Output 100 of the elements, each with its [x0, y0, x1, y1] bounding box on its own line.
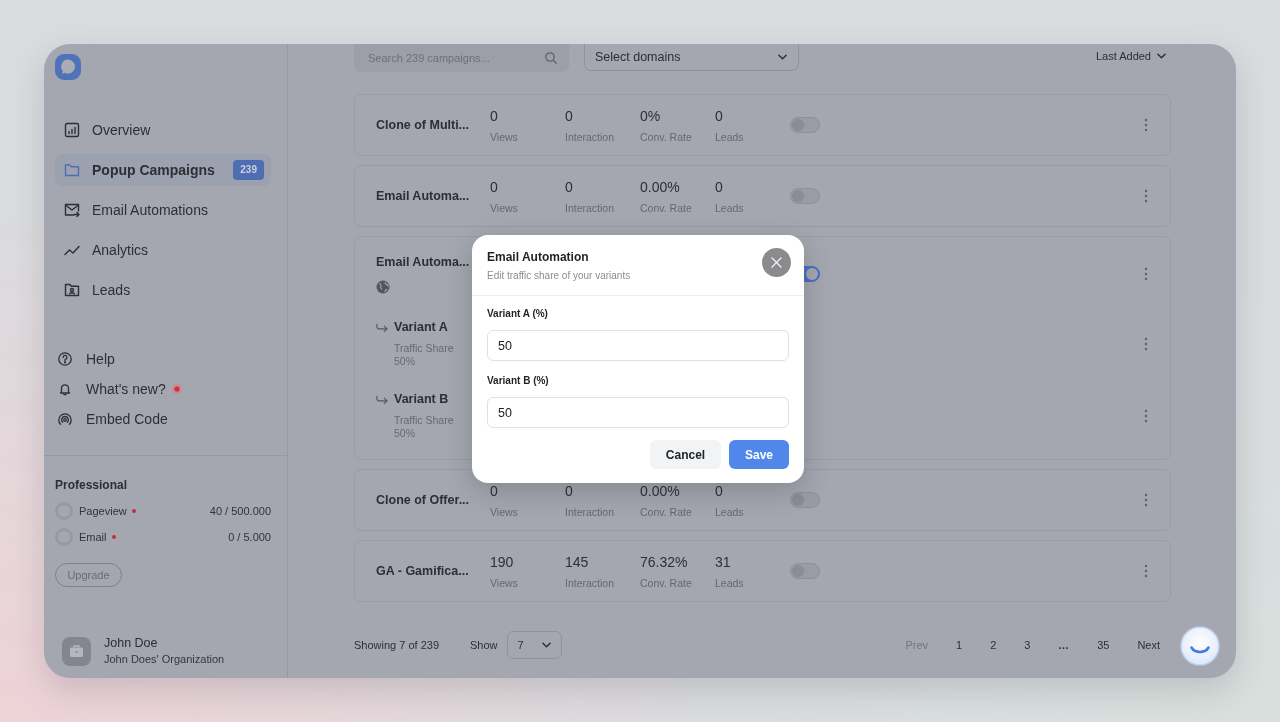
- stat-value: 0%: [640, 107, 661, 124]
- stat-value: 0: [490, 482, 498, 499]
- broadcast-icon: [58, 412, 72, 426]
- save-button[interactable]: Save: [729, 440, 789, 469]
- stat-label: Views: [490, 201, 518, 214]
- nav-item[interactable]: Leads: [55, 274, 271, 306]
- page-size-select[interactable]: 7: [506, 631, 562, 659]
- campaign-name[interactable]: Email Automa...: [376, 188, 470, 204]
- usage-value: 40 / 500.000: [209, 505, 271, 517]
- stat-label: Conv. Rate: [640, 505, 692, 518]
- kebab-menu-icon[interactable]: [1144, 337, 1148, 351]
- kebab-menu-icon[interactable]: [1144, 409, 1148, 423]
- toggle-switch[interactable]: [790, 117, 820, 133]
- sidebar-link[interactable]: Help: [58, 344, 115, 374]
- field-label: Variant B (%): [487, 375, 549, 387]
- number-input[interactable]: 50: [487, 397, 789, 428]
- search-icon: [545, 52, 557, 64]
- kebab-menu-icon[interactable]: [1144, 564, 1148, 578]
- stat-label: Conv. Rate: [640, 201, 692, 214]
- dialog-subtitle: Edit traffic share of your variants: [487, 269, 631, 282]
- stat-value: 0: [490, 178, 498, 195]
- globe-icon: [376, 279, 390, 294]
- folder-person-icon: [64, 282, 80, 298]
- stat-value: 190: [490, 553, 514, 570]
- sort-dropdown[interactable]: Last Added: [1095, 49, 1166, 63]
- stat-label: Views: [490, 576, 518, 589]
- cancel-button[interactable]: Cancel: [650, 440, 721, 469]
- variant-share: 50%: [394, 355, 415, 368]
- stat-value: 0.00%: [640, 178, 680, 195]
- variant-caption: Traffic Share: [394, 342, 454, 355]
- nav-item[interactable]: Analytics: [55, 234, 271, 266]
- organization-name: John Does' Organization: [104, 653, 225, 666]
- stat-label: Interaction: [565, 201, 615, 214]
- stat-label: Conv. Rate: [640, 130, 692, 143]
- stat-value: 76.32%: [640, 553, 688, 570]
- chevron-down-icon: [1157, 53, 1166, 59]
- page-link[interactable]: 35: [1093, 635, 1114, 655]
- domain-select[interactable]: Select domains: [584, 44, 799, 71]
- campaign-name[interactable]: GA - Gamifica...: [376, 563, 469, 579]
- help-icon: [58, 352, 72, 366]
- stat-label: Views: [490, 505, 518, 518]
- sidebar-link[interactable]: Embed Code: [58, 404, 168, 434]
- number-input[interactable]: 50: [487, 330, 789, 361]
- usage-value: 0 / 5.000: [228, 531, 271, 543]
- stat-value: 0: [715, 482, 723, 499]
- stat-value: 0: [715, 178, 723, 195]
- toggle-switch[interactable]: [790, 492, 820, 508]
- toggle-switch[interactable]: [790, 188, 820, 204]
- nav-item[interactable]: Overview: [55, 114, 271, 146]
- kebab-menu-icon[interactable]: [1144, 189, 1148, 203]
- stat-value: 0: [715, 107, 723, 124]
- nav-item[interactable]: Email Automations: [55, 194, 271, 226]
- folder-icon: [64, 162, 80, 178]
- stat-value: 0: [490, 107, 498, 124]
- stat-label: Interaction: [565, 505, 615, 518]
- stat-label: Interaction: [565, 576, 615, 589]
- user-name: John Doe: [104, 636, 158, 650]
- kebab-menu-icon[interactable]: [1144, 118, 1148, 132]
- stat-value: 0: [565, 482, 573, 499]
- campaign-name[interactable]: Clone of Offer...: [376, 492, 470, 508]
- toggle-switch[interactable]: [790, 563, 820, 579]
- kebab-menu-icon[interactable]: [1144, 493, 1148, 507]
- stat-label: Leads: [715, 130, 744, 143]
- curved-arrow-icon: [376, 323, 388, 333]
- field-label: Variant A (%): [487, 308, 548, 320]
- pagination-ellipsis: ...: [1057, 638, 1071, 653]
- variant-caption: Traffic Share: [394, 414, 454, 427]
- campaign-name[interactable]: Email Automa...: [376, 254, 470, 270]
- chevron-down-icon: [778, 54, 787, 60]
- chat-launcher-icon[interactable]: [1180, 626, 1220, 666]
- bell-icon: [58, 382, 72, 396]
- stat-label: Views: [490, 130, 518, 143]
- close-button[interactable]: [762, 248, 791, 277]
- stat-value: 31: [715, 553, 731, 570]
- variant-share: 50%: [394, 427, 415, 440]
- results-summary: Showing 7 of 239: [354, 639, 440, 651]
- variant-name[interactable]: Variant B: [394, 392, 449, 407]
- plan-name: Professional: [55, 478, 128, 492]
- stat-value: 0.00%: [640, 482, 680, 499]
- campaign-name[interactable]: Clone of Multi...: [376, 117, 470, 133]
- stat-label: Leads: [715, 201, 744, 214]
- envelope-arrow-icon: [64, 202, 80, 218]
- stat-label: Conv. Rate: [640, 576, 692, 589]
- page-link[interactable]: 1: [952, 635, 967, 655]
- next-button[interactable]: Next: [1133, 635, 1164, 655]
- usage-label: Pageview: [79, 505, 127, 517]
- stat-label: Leads: [715, 576, 744, 589]
- variant-name[interactable]: Variant A: [394, 320, 448, 335]
- briefcase-icon[interactable]: [62, 636, 91, 666]
- sidebar-link[interactable]: What's new?: [58, 374, 182, 404]
- chevron-down-icon: [541, 642, 551, 648]
- stat-label: Leads: [715, 505, 744, 518]
- page-size-label: Show: [470, 639, 498, 651]
- page-link[interactable]: 2: [986, 635, 1001, 655]
- count-badge: 239: [233, 160, 264, 180]
- kebab-menu-icon[interactable]: [1144, 267, 1148, 281]
- stat-value: 0: [565, 178, 573, 195]
- logo-icon[interactable]: [55, 54, 81, 80]
- nav-item[interactable]: Popup Campaigns 239: [55, 154, 271, 186]
- page-link[interactable]: 3: [1020, 635, 1035, 655]
